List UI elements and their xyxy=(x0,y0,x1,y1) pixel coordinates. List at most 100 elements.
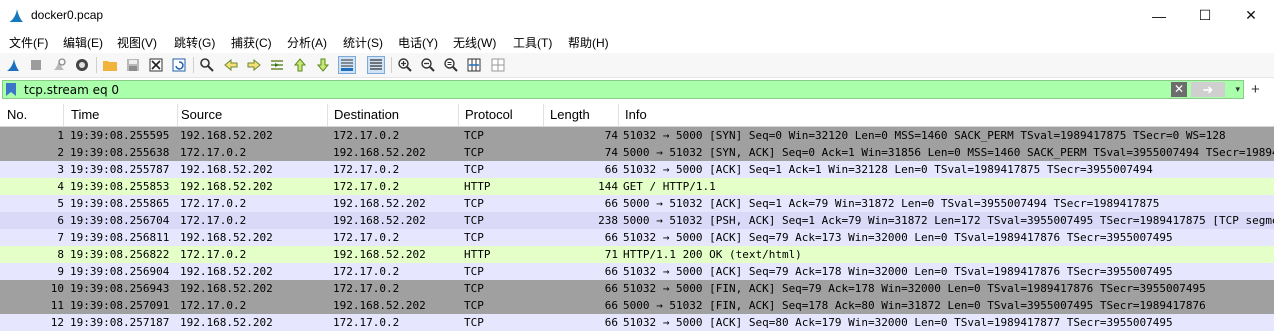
packet-row[interactable]: 1 19:39:08.255595 192.168.52.202 172.17.… xyxy=(0,127,1274,144)
title-bar: docker0.pcap — ☐ ✕ xyxy=(0,0,1274,31)
layout-button[interactable] xyxy=(489,56,507,74)
close-icon: ✕ xyxy=(1245,7,1257,23)
packet-info: HTTP/1.1 200 OK (text/html) xyxy=(623,248,802,261)
close-file-button[interactable] xyxy=(147,56,165,74)
go-to-packet-icon xyxy=(271,60,283,70)
packet-row[interactable]: 3 19:39:08.255787 192.168.52.202 172.17.… xyxy=(0,161,1274,178)
filter-expression[interactable]: tcp.stream eq 0 xyxy=(24,83,119,97)
first-packet-button[interactable] xyxy=(291,56,309,74)
column-header-info[interactable]: Info xyxy=(618,104,1274,126)
packet-source: 172.17.0.2 xyxy=(180,248,247,261)
packet-row[interactable]: 12 19:39:08.257187 192.168.52.202 172.17… xyxy=(0,314,1274,331)
packet-protocol: TCP xyxy=(464,214,484,227)
menu-wireless[interactable]: 无线(W) xyxy=(453,34,496,51)
minimize-button[interactable]: — xyxy=(1136,0,1182,31)
toolbar-separator xyxy=(391,57,392,73)
menu-go[interactable]: 跳转(G) xyxy=(174,34,215,51)
reload-file-button[interactable] xyxy=(170,56,188,74)
packet-length: 66 xyxy=(604,299,618,312)
restart-capture-icon xyxy=(54,58,66,70)
display-filter-input[interactable]: tcp.stream eq 0 ✕ ➜ ▾ xyxy=(2,80,1244,99)
close-window-button[interactable]: ✕ xyxy=(1228,0,1274,31)
packet-protocol: TCP xyxy=(464,197,484,210)
go-forward-button[interactable] xyxy=(245,56,263,74)
packet-number: 1 xyxy=(57,129,64,142)
filter-history-dropdown[interactable]: ▾ xyxy=(1235,82,1240,97)
packet-row[interactable]: 4 19:39:08.255853 192.168.52.202 172.17.… xyxy=(0,178,1274,195)
stop-capture-button[interactable] xyxy=(27,56,45,74)
find-packet-button[interactable] xyxy=(198,56,216,74)
packet-row[interactable]: 6 19:39:08.256704 172.17.0.2 192.168.52.… xyxy=(0,212,1274,229)
save-file-button[interactable] xyxy=(124,56,142,74)
go-back-button[interactable] xyxy=(222,56,240,74)
reload-file-icon xyxy=(172,58,186,72)
packet-row[interactable]: 7 19:39:08.256811 192.168.52.202 172.17.… xyxy=(0,229,1274,246)
packet-source: 172.17.0.2 xyxy=(180,197,247,210)
open-file-button[interactable] xyxy=(101,56,119,74)
packet-time: 19:39:08.255787 xyxy=(70,163,170,176)
menu-edit[interactable]: 编辑(E) xyxy=(63,34,103,51)
normal-size-button[interactable] xyxy=(442,56,460,74)
packet-info: 5000 → 51032 [PSH, ACK] Seq=1 Ack=79 Win… xyxy=(623,214,1274,227)
packet-row[interactable]: 9 19:39:08.256904 192.168.52.202 172.17.… xyxy=(0,263,1274,280)
clear-filter-button[interactable]: ✕ xyxy=(1171,82,1187,97)
stop-capture-icon xyxy=(31,60,41,70)
column-header-source[interactable]: Source xyxy=(174,104,328,126)
auto-scroll-button[interactable] xyxy=(338,56,356,74)
menu-analyze[interactable]: 分析(A) xyxy=(287,34,327,51)
packet-number: 4 xyxy=(57,180,64,193)
add-filter-button[interactable]: + xyxy=(1251,81,1260,98)
first-packet-icon xyxy=(293,58,307,72)
go-forward-icon xyxy=(247,58,261,72)
menu-capture[interactable]: 捕获(C) xyxy=(231,34,272,51)
packet-length: 66 xyxy=(604,316,618,329)
column-header-protocol[interactable]: Protocol xyxy=(458,104,544,126)
packet-protocol: HTTP xyxy=(464,180,491,193)
packet-source: 192.168.52.202 xyxy=(180,180,273,193)
bookmark-icon[interactable] xyxy=(6,83,16,96)
zoom-out-button[interactable] xyxy=(419,56,437,74)
column-header-time[interactable]: Time xyxy=(64,104,178,126)
menu-statistics[interactable]: 统计(S) xyxy=(343,34,383,51)
resize-columns-button[interactable] xyxy=(465,56,483,74)
packet-number: 9 xyxy=(57,265,64,278)
packet-time: 19:39:08.255595 xyxy=(70,129,170,142)
column-header-destination[interactable]: Destination xyxy=(327,104,459,126)
go-to-packet-button[interactable] xyxy=(268,56,286,74)
packet-source: 172.17.0.2 xyxy=(180,299,247,312)
packet-protocol: TCP xyxy=(464,231,484,244)
packet-row[interactable]: 11 19:39:08.257091 172.17.0.2 192.168.52… xyxy=(0,297,1274,314)
packet-number: 5 xyxy=(57,197,64,210)
packet-number: 2 xyxy=(57,146,64,159)
menu-tools[interactable]: 工具(T) xyxy=(513,34,552,51)
start-capture-button[interactable] xyxy=(4,56,22,74)
zoom-in-button[interactable] xyxy=(396,56,414,74)
menu-view[interactable]: 视图(V) xyxy=(117,34,157,51)
restart-capture-button[interactable] xyxy=(50,56,68,74)
menu-file[interactable]: 文件(F) xyxy=(9,34,48,51)
packet-row[interactable]: 8 19:39:08.256822 172.17.0.2 192.168.52.… xyxy=(0,246,1274,263)
clear-icon: ✕ xyxy=(1173,82,1185,96)
colorize-button[interactable] xyxy=(367,56,385,74)
arrow-right-icon: ➜ xyxy=(1202,82,1214,97)
menu-help[interactable]: 帮助(H) xyxy=(568,34,609,51)
packet-row[interactable]: 10 19:39:08.256943 192.168.52.202 172.17… xyxy=(0,280,1274,297)
maximize-button[interactable]: ☐ xyxy=(1182,0,1228,31)
packet-destination: 172.17.0.2 xyxy=(333,163,400,176)
capture-options-icon xyxy=(76,59,88,71)
column-header-no[interactable]: No. xyxy=(0,104,64,126)
packet-time: 19:39:08.255853 xyxy=(70,180,170,193)
menu-telephony[interactable]: 电话(Y) xyxy=(398,34,438,51)
capture-options-button[interactable] xyxy=(73,56,91,74)
menu-bar: 文件(F) 编辑(E) 视图(V) 跳转(G) 捕获(C) 分析(A) 统计(S… xyxy=(0,31,1274,53)
packet-protocol: TCP xyxy=(464,282,484,295)
column-header-length[interactable]: Length xyxy=(543,104,619,126)
packet-destination: 192.168.52.202 xyxy=(333,146,426,159)
packet-source: 192.168.52.202 xyxy=(180,129,273,142)
packet-row[interactable]: 2 19:39:08.255638 172.17.0.2 192.168.52.… xyxy=(0,144,1274,161)
apply-filter-button[interactable]: ➜ xyxy=(1191,82,1225,97)
last-packet-button[interactable] xyxy=(314,56,332,74)
packet-time: 19:39:08.256822 xyxy=(70,248,170,261)
packet-row[interactable]: 5 19:39:08.255865 172.17.0.2 192.168.52.… xyxy=(0,195,1274,212)
packet-time: 19:39:08.255865 xyxy=(70,197,170,210)
